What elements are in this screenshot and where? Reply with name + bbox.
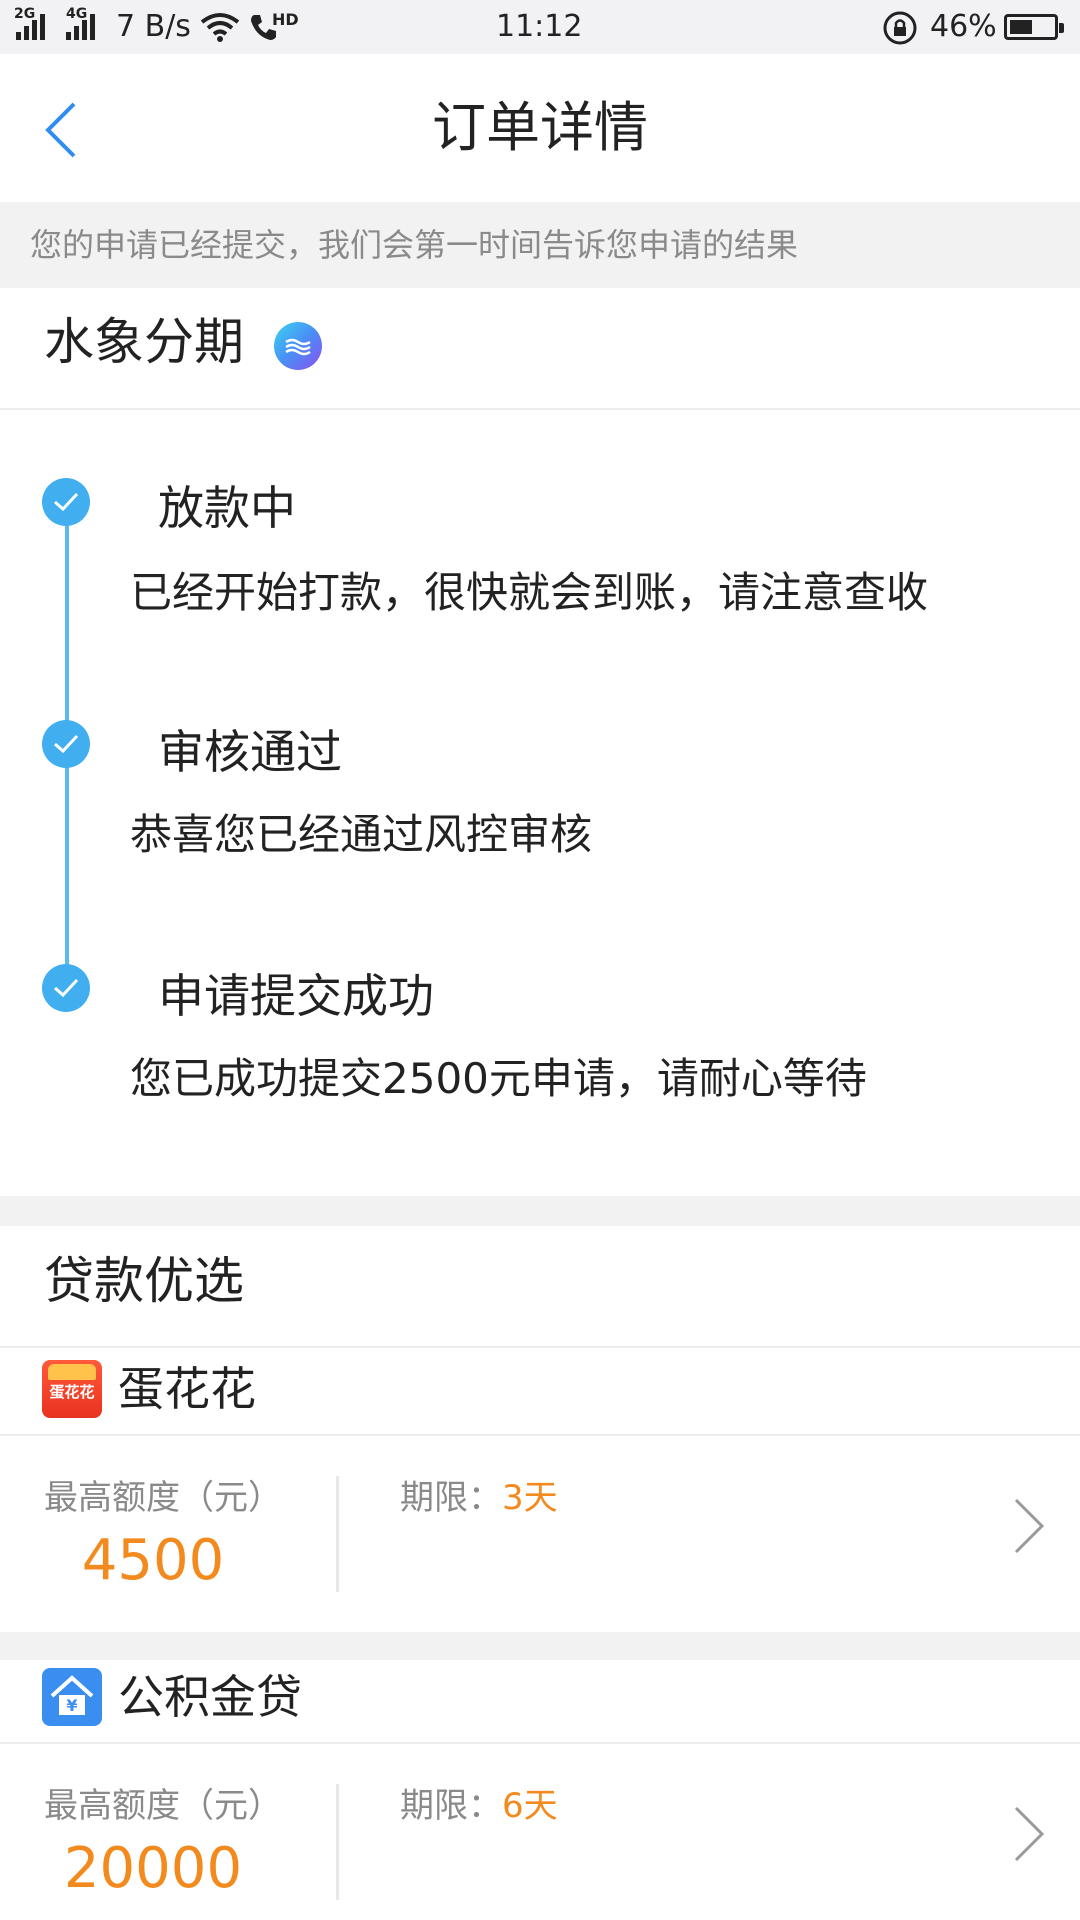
chevron-right-icon[interactable] — [1012, 1804, 1046, 1864]
timeline-step-desc: 您已成功提交2500元申请，请耐心等待 — [130, 1054, 867, 1103]
timeline-step-title: 申请提交成功 — [158, 969, 434, 1023]
lender-logo-icon: ¥ — [42, 1668, 102, 1726]
term-label: 期限： — [400, 1478, 502, 1518]
signal-icon-1 — [16, 12, 45, 40]
submission-notice: 您的申请已经提交，我们会第一时间告诉您申请的结果 — [0, 202, 1080, 288]
lender-logo-text: ¥ — [66, 1696, 78, 1715]
vertical-divider — [336, 1476, 339, 1592]
lender-logo-text: 蛋花花 — [49, 1383, 95, 1401]
quota-value: 4500 — [81, 1528, 225, 1593]
section-title: 贷款优选 — [44, 1252, 244, 1310]
clock: 11:12 — [496, 9, 583, 44]
battery-percent: 46% — [930, 9, 997, 44]
divider — [0, 1346, 1080, 1348]
signal-icon-2 — [66, 12, 95, 40]
term-value: 6天 — [502, 1786, 558, 1826]
term-info: 期限：3天 — [400, 1476, 558, 1520]
loan-card[interactable]: 最高额度（元） 4500 期限：3天 — [0, 1436, 1080, 1632]
quota-value: 20000 — [63, 1836, 243, 1901]
term-value: 3天 — [502, 1478, 558, 1518]
status-bar: 2G 4G 7 B/s HD 11:12 46% — [0, 0, 1080, 54]
rotation-lock-icon — [883, 11, 917, 45]
check-icon — [42, 478, 90, 526]
vertical-divider — [336, 1784, 339, 1900]
notice-text: 您的申请已经提交，我们会第一时间告诉您申请的结果 — [30, 226, 799, 264]
page-title: 订单详情 — [432, 96, 648, 159]
timeline-step-desc: 已经开始打款，很快就会到账，请注意查收 — [130, 568, 929, 617]
check-icon — [42, 720, 90, 768]
section-gap — [0, 1632, 1080, 1660]
timeline-step-title: 放款中 — [158, 481, 296, 535]
quota-label: 最高额度（元） — [44, 1786, 282, 1826]
check-icon — [42, 964, 90, 1012]
hd-label: HD — [272, 10, 299, 29]
term-info: 期限：6天 — [400, 1784, 558, 1828]
timeline-step-desc: 恭喜您已经通过风控审核 — [130, 810, 593, 859]
lender-logo-icon: 蛋花花 — [42, 1360, 102, 1418]
lender-name: 公积金贷 — [118, 1670, 302, 1724]
chevron-right-icon[interactable] — [1012, 1496, 1046, 1556]
wifi-icon — [200, 13, 240, 42]
loan-card[interactable]: 最高额度（元） 20000 期限：6天 — [0, 1744, 1080, 1920]
product-logo-icon — [274, 322, 322, 370]
quota-label: 最高额度（元） — [44, 1478, 282, 1518]
section-gap — [0, 1196, 1080, 1226]
divider — [0, 408, 1080, 410]
term-label: 期限： — [400, 1786, 502, 1826]
timeline-step-title: 审核通过 — [158, 725, 342, 779]
battery-icon — [1004, 14, 1064, 40]
product-name: 水象分期 — [44, 313, 244, 371]
lender-name: 蛋花花 — [118, 1362, 256, 1416]
network-speed: 7 B/s — [116, 9, 191, 44]
